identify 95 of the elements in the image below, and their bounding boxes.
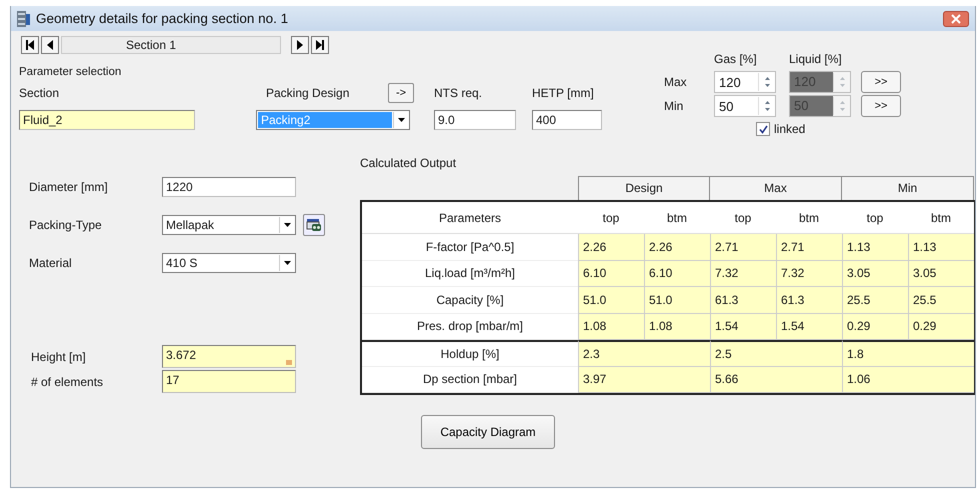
row-header: F-factor [Pa^0.5] xyxy=(362,234,578,260)
apply-button[interactable]: -> xyxy=(388,83,414,103)
table-cell: 2.71 xyxy=(776,234,842,260)
section-title: Calculated Output xyxy=(360,156,458,172)
window-title: Geometry details for packing section no. 1 xyxy=(36,11,288,26)
field-label: Packing-Type xyxy=(28,218,103,232)
table-cell: 1.08 xyxy=(644,314,710,340)
dropdown-arrow-icon xyxy=(398,118,405,122)
text-field[interactable]: 3.672 xyxy=(162,345,296,368)
table-cell: 5.66 xyxy=(710,366,842,393)
next-button[interactable] xyxy=(291,36,309,54)
spin-field[interactable]: 50 xyxy=(714,95,776,117)
field-label: HETP [mm] xyxy=(532,86,594,100)
right-arrow-icon xyxy=(295,39,305,51)
field-label: Diameter [mm] xyxy=(28,180,109,194)
column-header: top xyxy=(578,202,644,234)
first-button[interactable] xyxy=(21,36,39,54)
table-cell: 3.05 xyxy=(842,260,908,287)
group-title: Parameter selection xyxy=(19,66,122,78)
column-icon xyxy=(15,10,31,28)
row-header: Pres. drop [mbar/m] xyxy=(362,314,578,340)
row-label: Max xyxy=(664,75,687,89)
column-label: Liquid [%] xyxy=(789,52,842,66)
section-navigator-field[interactable]: Section 1 xyxy=(61,36,281,54)
dropdown-arrow-icon xyxy=(284,223,291,227)
column-header: top xyxy=(710,202,776,234)
previous-button[interactable] xyxy=(41,36,59,54)
row-header: Holdup [%] xyxy=(362,340,578,366)
column-header: Max xyxy=(710,176,842,200)
table-cell: 1.06 xyxy=(842,366,974,393)
column-header: Design xyxy=(578,176,710,200)
database-icon xyxy=(306,218,322,232)
field-label: Section xyxy=(19,86,60,100)
table-cell: 51.0 xyxy=(644,287,710,314)
left-arrow-icon xyxy=(45,39,55,51)
dropdown-arrow-icon xyxy=(284,261,291,265)
column-header: btm xyxy=(776,202,842,234)
table-cell: 1.13 xyxy=(908,234,974,260)
copy-button[interactable]: >> xyxy=(861,71,901,93)
table-cell: 51.0 xyxy=(578,287,644,314)
field-label: NTS req. xyxy=(434,86,482,100)
table-cell: 6.10 xyxy=(644,260,710,287)
column-header: btm xyxy=(644,202,710,234)
table-cell: 2.26 xyxy=(578,234,644,260)
table-cell: 3.05 xyxy=(908,260,974,287)
table-cell: 1.08 xyxy=(578,314,644,340)
check-icon xyxy=(758,124,768,134)
table-cell: 3.97 xyxy=(578,366,710,393)
table-cell: 7.32 xyxy=(710,260,776,287)
table-cell: 2.71 xyxy=(710,234,776,260)
column-header: top xyxy=(842,202,908,234)
field-label: Height [m] xyxy=(30,350,87,364)
capacity-diagram-button[interactable]: Capacity Diagram xyxy=(421,415,555,449)
copy-button[interactable]: >> xyxy=(861,95,901,117)
table-cell: 25.5 xyxy=(842,287,908,314)
column-header: Parameters xyxy=(362,202,578,234)
row-header: Dp section [mbar] xyxy=(362,366,578,393)
table-cell: 2.5 xyxy=(710,340,842,366)
table-cell: 6.10 xyxy=(578,260,644,287)
table-cell: 1.8 xyxy=(842,340,974,366)
close-button[interactable] xyxy=(943,10,969,26)
table-cell: 1.54 xyxy=(776,314,842,340)
text-field[interactable]: Fluid_2 xyxy=(19,110,195,130)
table-cell: 1.54 xyxy=(710,314,776,340)
table-cell: 0.29 xyxy=(908,314,974,340)
dropdown[interactable]: Mellapak xyxy=(162,215,296,235)
table-cell: 2.3 xyxy=(578,340,710,366)
table-cell: 7.32 xyxy=(776,260,842,287)
database-button[interactable] xyxy=(303,214,325,236)
field-label: # of elements xyxy=(30,374,104,388)
text-field[interactable]: 400 xyxy=(532,110,602,130)
linked-checkbox[interactable]: linked xyxy=(756,122,911,136)
field-label: Packing Design xyxy=(266,86,350,100)
row-header: Capacity [%] xyxy=(362,287,578,314)
column-header: Min xyxy=(842,176,974,200)
table-cell: 1.13 xyxy=(842,234,908,260)
table-cell: 61.3 xyxy=(776,287,842,314)
text-field[interactable]: 9.0 xyxy=(434,110,516,130)
dropdown[interactable]: 410 S xyxy=(162,253,296,273)
field-label: Material xyxy=(28,256,73,270)
text-field[interactable]: 17 xyxy=(162,370,296,393)
table-cell: 61.3 xyxy=(710,287,776,314)
skip-last-icon xyxy=(315,39,325,51)
spin-field[interactable]: 120 xyxy=(714,71,776,93)
skip-first-icon xyxy=(25,39,35,51)
row-label: Min xyxy=(664,99,684,113)
table-cell: 0.29 xyxy=(842,314,908,340)
text-field[interactable]: 1220 xyxy=(162,177,296,197)
row-header: Liq.load [m³/m²h] xyxy=(362,260,578,287)
last-button[interactable] xyxy=(311,36,329,54)
table-cell: 25.5 xyxy=(908,287,974,314)
table-cell: 2.26 xyxy=(644,234,710,260)
column-header: btm xyxy=(908,202,974,234)
close-icon xyxy=(951,14,961,24)
column-label: Gas [%] xyxy=(714,52,757,66)
